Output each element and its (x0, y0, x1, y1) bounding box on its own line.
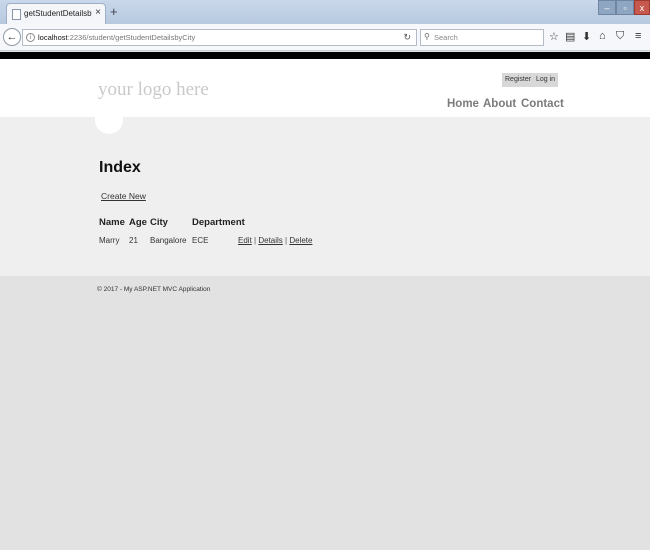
page-icon (12, 9, 21, 20)
info-icon[interactable]: i (26, 33, 35, 42)
reload-icon[interactable]: ↻ (403, 32, 411, 43)
main-content: Index Create New Name Age City Departmen… (0, 117, 650, 276)
top-bar (0, 52, 650, 59)
nav-home[interactable]: Home (447, 98, 479, 110)
column-header-department: Department (192, 217, 245, 228)
cell-department: ECE (192, 236, 209, 245)
register-link[interactable]: Register (502, 73, 535, 87)
search-input[interactable]: ⚲ Search (420, 29, 544, 46)
column-header-name: Name (99, 217, 125, 228)
minimize-button[interactable]: – (598, 0, 616, 15)
maximize-button[interactable]: ▫ (616, 0, 634, 15)
action-separator: | (254, 236, 257, 245)
menu-icon[interactable]: ≡ (635, 30, 641, 42)
page-title: Index (99, 159, 141, 176)
clipboard-icon[interactable]: ▤ (565, 30, 575, 43)
column-header-city: City (150, 217, 168, 228)
delete-link[interactable]: Delete (289, 236, 312, 245)
tab-close-icon[interactable]: × (95, 7, 101, 18)
url-text: localhost:2236/student/getStudentDetails… (38, 33, 196, 42)
close-window-button[interactable]: x (634, 0, 650, 15)
home-icon[interactable]: ⌂ (599, 30, 606, 42)
address-bar[interactable]: i localhost:2236/student/getStudentDetai… (22, 29, 417, 46)
login-link[interactable]: Log in (533, 73, 559, 87)
column-header-age: Age (129, 217, 147, 228)
new-tab-button[interactable]: + (110, 4, 118, 19)
title-bar: getStudentDetailsbyCity - My × + – ▫ x (0, 0, 650, 24)
shield-icon[interactable]: ⛉ (616, 30, 624, 43)
site-header: your logo here Register Log in Home Abou… (0, 59, 650, 117)
search-placeholder: Search (434, 33, 458, 42)
edit-link[interactable]: Edit (238, 236, 252, 245)
back-arrow-icon[interactable]: ← (3, 28, 21, 46)
browser-tab[interactable]: getStudentDetailsbyCity - My × (6, 3, 106, 24)
bookmark-star-icon[interactable]: ☆ (549, 30, 559, 43)
footer-text: © 2017 - My ASP.NET MVC Application (97, 286, 211, 293)
cell-age: 21 (129, 236, 138, 245)
search-icon: ⚲ (424, 32, 430, 41)
cell-name: Marry (99, 236, 120, 245)
nav-contact[interactable]: Contact (521, 98, 564, 110)
browser-toolbar: ← i localhost:2236/student/getStudentDet… (0, 24, 650, 51)
site-logo[interactable]: your logo here (98, 79, 209, 101)
download-icon[interactable]: ⬇ (582, 30, 591, 43)
cell-city: Bangalore (150, 236, 187, 245)
nav-about[interactable]: About (483, 98, 516, 110)
action-separator: | (285, 236, 288, 245)
row-actions: Edit | Details | Delete (238, 236, 312, 245)
tab-title: getStudentDetailsbyCity - My (24, 9, 92, 18)
details-link[interactable]: Details (258, 236, 282, 245)
create-new-link[interactable]: Create New (101, 191, 146, 201)
